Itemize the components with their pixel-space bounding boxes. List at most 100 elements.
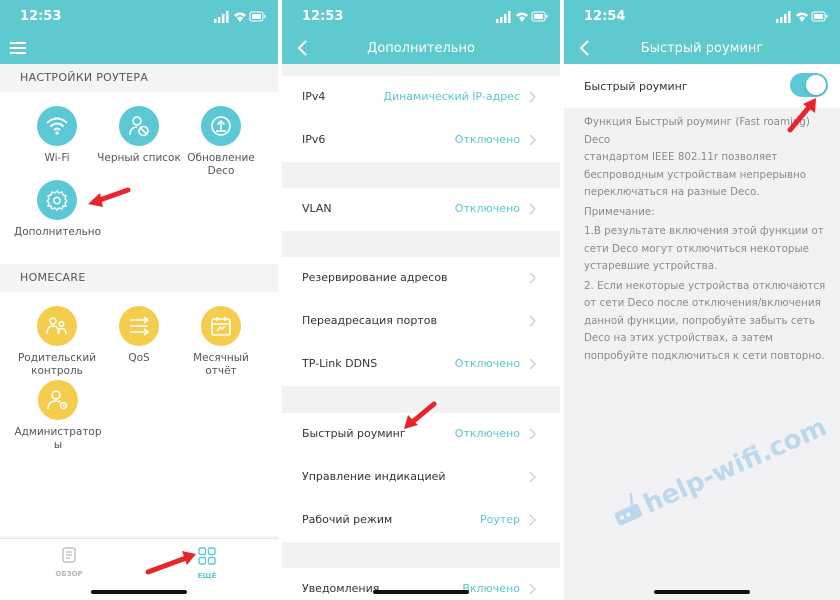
- row-notifications[interactable]: Уведомления Включено: [282, 568, 560, 600]
- watermark-text: help-wifi.com: [639, 412, 831, 519]
- tab-label: ОБЗОР: [55, 570, 83, 578]
- parental-control-icon: [37, 306, 77, 346]
- note-line: устаревшие устройства.: [584, 260, 718, 272]
- chevron-right-icon: [529, 91, 536, 103]
- home-indicator: [91, 590, 187, 594]
- tile-qos[interactable]: QoS: [96, 306, 182, 365]
- description-line: стандартом IEEE 802.11r позволяет: [584, 151, 778, 163]
- row-label: Уведомления: [302, 582, 380, 595]
- phone-screen-more: 12:53 НАСТРОЙКИ РОУТЕРА Wi-Fi Черный спи…: [0, 0, 278, 600]
- note-line: 2. Если некоторые устройства отключаются: [584, 279, 826, 292]
- page-title: Дополнительно: [367, 41, 475, 56]
- row-value: Динамический IP-адрес: [383, 90, 520, 103]
- row-label: IPv6: [302, 133, 326, 146]
- row-label: TP-Link DDNS: [302, 357, 378, 370]
- chevron-right-icon: [529, 272, 536, 284]
- row-label: Резервирование адресов: [302, 271, 448, 284]
- tab-overview[interactable]: ОБЗОР: [34, 547, 104, 578]
- row-port-forwarding[interactable]: Переадресация портов: [282, 300, 560, 343]
- note-line: 1.В результате включения этой функции от: [584, 225, 824, 237]
- tile-label: Месячный отчёт: [193, 352, 249, 377]
- qos-icon: [119, 306, 159, 346]
- note-line: данной функции, попробуйте забыть сеть: [584, 314, 815, 327]
- row-label: IPv4: [302, 90, 326, 103]
- wifi-icon: [37, 106, 77, 146]
- note-line: попробуйте подключиться к сети повторно.: [584, 349, 825, 362]
- home-indicator: [373, 590, 469, 594]
- row-ipv6[interactable]: IPv6 Отключено: [282, 119, 560, 162]
- router-settings-card: Wi-Fi Черный список Обновление Deco Допо…: [0, 92, 278, 264]
- description-text: Функция Быстрый роуминг (Fast roaming) D…: [584, 114, 826, 365]
- home-indicator: [654, 590, 750, 594]
- row-tplink-ddns[interactable]: TP-Link DDNS Отключено: [282, 343, 560, 386]
- watermark-logo: help-wifi.com: [614, 412, 831, 526]
- nav-row: Быстрый роуминг: [564, 32, 840, 64]
- row-value: Отключено: [454, 202, 520, 215]
- row-value: Отключено: [454, 427, 520, 440]
- status-time: 12:53: [302, 9, 344, 24]
- row-led-control[interactable]: Управление индикацией: [282, 456, 560, 499]
- toggle-knob: [806, 75, 826, 95]
- tile-label: Черный список: [97, 152, 181, 164]
- status-bar: 12:54: [564, 0, 840, 32]
- row-label: VLAN: [302, 202, 332, 215]
- note-line: Deco на этих устройствах, а затем: [584, 332, 773, 344]
- chevron-right-icon: [529, 358, 536, 370]
- update-icon: [201, 106, 241, 146]
- tile-label: Администраторы: [14, 426, 102, 451]
- tile-label: QoS: [128, 352, 150, 364]
- nav-row: Дополнительно: [282, 32, 560, 64]
- status-icons: [214, 11, 266, 23]
- row-value: Роутер: [479, 513, 520, 526]
- note-line: от сети Deco после отключения/включения: [584, 297, 821, 309]
- tile-blacklist[interactable]: Черный список: [96, 106, 182, 165]
- description-line: беспроводным устройствам непрерывно: [584, 168, 807, 181]
- status-time: 12:54: [584, 9, 626, 24]
- row-label: Рабочий режим: [302, 513, 393, 526]
- phone-screen-advanced: 12:53 Дополнительно IPv4 Динамический IP…: [282, 0, 560, 600]
- chevron-right-icon: [529, 315, 536, 327]
- row-ipv4[interactable]: IPv4 Динамический IP-адрес: [282, 76, 560, 119]
- chevron-right-icon: [529, 583, 536, 595]
- more-grid-icon: [198, 547, 216, 565]
- tile-administrators[interactable]: Администраторы: [14, 380, 102, 452]
- row-value: Отключено: [454, 357, 520, 370]
- tile-label: Обновление Deco: [187, 152, 255, 177]
- chevron-right-icon: [529, 203, 536, 215]
- row-address-reservation[interactable]: Резервирование адресов: [282, 257, 560, 300]
- chevron-right-icon: [529, 471, 536, 483]
- calendar-report-icon: [201, 306, 241, 346]
- blocked-user-icon: [119, 106, 159, 146]
- page-title: Быстрый роуминг: [640, 41, 764, 56]
- header-bar: 12:54 Быстрый роуминг: [564, 0, 840, 64]
- chevron-right-icon: [529, 134, 536, 146]
- row-label: Быстрый роуминг: [302, 427, 406, 440]
- toggle-label: Быстрый роуминг: [584, 80, 688, 93]
- red-arrow-icon: [145, 551, 196, 575]
- row-value: Включено: [462, 582, 520, 595]
- row-operation-mode[interactable]: Рабочий режим Роутер: [282, 499, 560, 542]
- chevron-right-icon: [529, 428, 536, 440]
- row-label: Переадресация портов: [302, 314, 437, 327]
- tile-monthly-report[interactable]: Месячный отчёт: [178, 306, 264, 378]
- tile-label: Дополнительно: [14, 226, 102, 238]
- header-bar: 12:53: [0, 0, 278, 64]
- red-arrow-icon: [88, 187, 131, 207]
- admin-icon: [38, 380, 78, 420]
- gear-icon: [37, 180, 77, 220]
- chevron-right-icon: [529, 514, 536, 526]
- row-vlan[interactable]: VLAN Отключено: [282, 188, 560, 231]
- tile-parental-control[interactable]: Родительский контроль: [14, 306, 100, 378]
- description-line: переключаться на разные Deco.: [584, 186, 760, 198]
- tile-wifi[interactable]: Wi-Fi: [14, 106, 100, 165]
- tile-update-deco[interactable]: Обновление Deco: [178, 106, 264, 178]
- section-title-homecare: HOMECARE: [20, 271, 86, 284]
- status-icons: [776, 11, 828, 23]
- tile-label: Родительский контроль: [17, 352, 97, 377]
- status-icons: [496, 11, 548, 23]
- row-label: Управление индикацией: [302, 470, 446, 483]
- header-bar: 12:53 Дополнительно: [282, 0, 560, 64]
- hamburger-menu-icon[interactable]: [10, 42, 26, 54]
- note-line: сети Deco могут отключиться некоторые: [584, 242, 809, 255]
- red-arrow-icon: [787, 98, 816, 133]
